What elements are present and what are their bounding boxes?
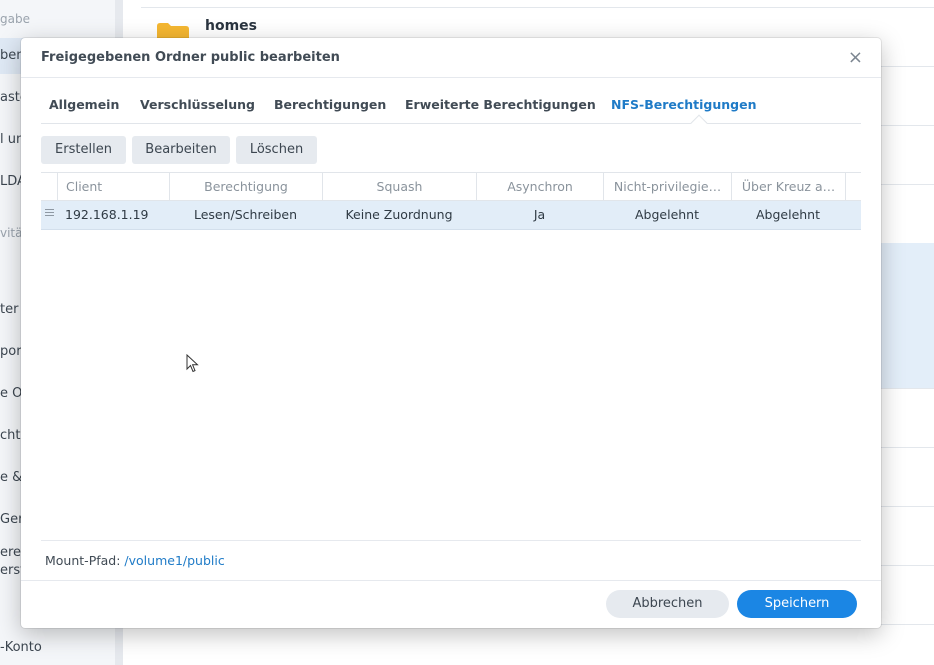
sidebar-group-label: vitä	[0, 226, 23, 240]
divider	[21, 77, 881, 78]
cell-non-privileged: Abgelehnt	[634, 207, 700, 222]
save-button[interactable]: Speichern	[737, 590, 857, 618]
list-divider	[141, 7, 934, 8]
tab-advanced-permissions[interactable]: Erweiterte Berechtigungen	[405, 97, 596, 112]
create-button[interactable]: Erstellen	[41, 136, 126, 164]
mount-path-link[interactable]: /volume1/public	[124, 553, 224, 568]
column-header-squash[interactable]: Squash	[322, 173, 476, 201]
active-tab-indicator	[690, 114, 708, 132]
tab-permissions[interactable]: Berechtigungen	[274, 97, 386, 112]
mount-path-label: Mount-Pfad:	[45, 553, 121, 568]
column-header-async[interactable]: Asynchron	[476, 173, 603, 201]
sidebar-item[interactable]: e O	[0, 386, 22, 401]
divider	[41, 540, 861, 541]
cell-squash: Keine Zuordnung	[345, 207, 453, 222]
divider	[21, 580, 881, 581]
tab-general[interactable]: Allgemein	[49, 97, 119, 112]
cell-cross-mount: Abgelehnt	[755, 207, 821, 222]
edit-button[interactable]: Bearbeiten	[132, 136, 230, 164]
cell-permission: Lesen/Schreiben	[193, 207, 298, 222]
mount-path: Mount-Pfad: /volume1/public	[45, 553, 225, 568]
table-row[interactable]: 192.168.1.19 Lesen/Schreiben Keine Zuord…	[41, 201, 861, 230]
tab-nfs-permissions[interactable]: NFS-Berechtigungen	[611, 97, 756, 112]
mouse-pointer-icon	[186, 354, 199, 373]
sidebar-item[interactable]: por	[0, 344, 22, 359]
cell-client: 192.168.1.19	[65, 207, 149, 222]
nfs-rules-table: Client Berechtigung Squash Asynchron Nic…	[41, 172, 861, 230]
dialog-title: Freigegebenen Ordner public bearbeiten	[41, 50, 340, 65]
column-header-client[interactable]: Client	[57, 173, 169, 201]
folder-name[interactable]: homes	[205, 18, 257, 34]
sidebar-item[interactable]: e &	[0, 470, 22, 485]
column-header-non-privileged[interactable]: Nicht-privilegie…	[603, 173, 731, 201]
sidebar-item[interactable]: Ger	[0, 512, 23, 527]
cancel-button[interactable]: Abbrechen	[606, 590, 729, 618]
column-header-spacer	[845, 173, 862, 201]
table-header: Client Berechtigung Squash Asynchron Nic…	[41, 172, 861, 201]
tab-bar: Allgemein Verschlüsselung Berechtigungen…	[41, 94, 861, 132]
sidebar-group-label: gabe	[0, 12, 30, 26]
delete-button[interactable]: Löschen	[236, 136, 317, 164]
tab-encryption[interactable]: Verschlüsselung	[140, 97, 255, 112]
edit-shared-folder-dialog: Freigegebenen Ordner public bearbeiten ×…	[21, 38, 881, 628]
column-header-cross-mount[interactable]: Über Kreuz a…	[731, 173, 845, 201]
sidebar-item[interactable]: ter	[0, 302, 18, 317]
sidebar-item-account[interactable]: -Konto	[0, 640, 42, 655]
close-icon[interactable]: ×	[848, 48, 863, 68]
column-header-permission[interactable]: Berechtigung	[169, 173, 322, 201]
cell-async: Ja	[533, 207, 546, 222]
drag-handle-icon[interactable]	[45, 209, 54, 219]
